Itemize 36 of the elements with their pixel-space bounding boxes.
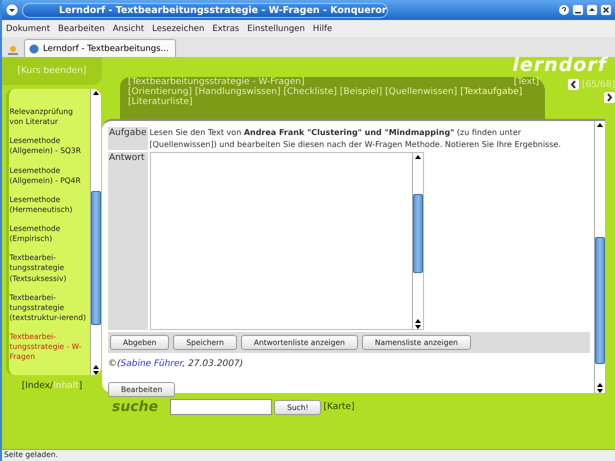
scroll-arrows-icon[interactable] — [90, 365, 100, 375]
search-field[interactable] — [170, 399, 272, 415]
browser-tab[interactable]: Lerndorf - Textbearbeitungs... — [24, 39, 176, 57]
index-link[interactable]: ] — [78, 381, 82, 391]
author-link[interactable]: Sabine Führer — [120, 359, 182, 370]
menu-icon[interactable] — [6, 4, 18, 16]
copyright-text: ©( — [108, 359, 121, 370]
menu-item[interactable]: Dokument — [6, 24, 50, 34]
previous-icon[interactable] — [568, 79, 580, 90]
page-counter: [65/68] — [582, 80, 615, 90]
menu-item[interactable]: Einstellungen — [247, 24, 305, 34]
task-text: Lesen Sie den Text von Andrea Frank "Clustering" und "Mindmapping" (zu finden unter [Quellenwissen]) und bearbeiten Sie diesen nach der W-Fragen Methode. Notieren Sie Ihre Ergebnisse. — [150, 127, 562, 150]
scrollbar[interactable] — [412, 153, 423, 330]
next-icon[interactable] — [604, 92, 615, 103]
scroll-arrows-icon[interactable] — [412, 319, 423, 330]
answer-field[interactable] — [150, 152, 424, 330]
date-text: , 27.03.2007 — [182, 359, 240, 370]
minimize-icon[interactable] — [573, 5, 583, 15]
map-link[interactable]: [Karte] — [323, 402, 355, 412]
help-icon[interactable] — [559, 5, 569, 15]
scroll-arrows-icon[interactable] — [595, 383, 605, 393]
answer-label: Antwort — [108, 152, 148, 330]
close-icon[interactable] — [601, 5, 611, 15]
scrollbar[interactable] — [594, 121, 605, 393]
menu-item[interactable]: Lesezeichen — [152, 24, 204, 34]
maximize-icon[interactable] — [587, 5, 597, 15]
menu-item[interactable]: Ansicht — [112, 24, 144, 34]
menu-item[interactable]: Bearbeiten — [58, 24, 105, 34]
index-link[interactable]: [Index/ — [22, 381, 54, 391]
scrollbar[interactable] — [90, 89, 100, 375]
task-label: Aufgabe — [108, 127, 148, 150]
copyright-text: ) — [240, 359, 244, 370]
menu-item[interactable]: Extras — [212, 24, 240, 34]
search-logo: suche — [112, 399, 158, 415]
menu-item[interactable]: Hilfe — [312, 24, 332, 34]
window-title: Lerndorf - Textbearbeitungsstrategie - W-Fragen - Konqueror — [22, 2, 388, 18]
